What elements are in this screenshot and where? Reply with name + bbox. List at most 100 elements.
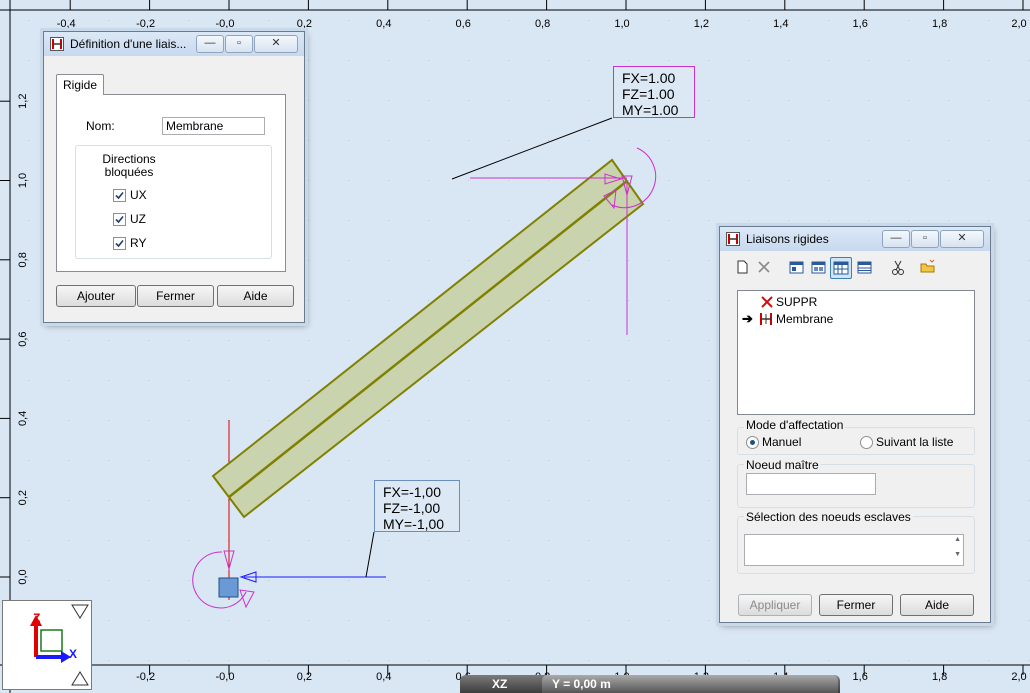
x-tick-label: 0,8	[535, 18, 550, 30]
close-dialog-button[interactable]: Fermer	[137, 285, 214, 307]
checkbox-uz[interactable]	[113, 213, 126, 226]
x-tick-label: 2,0	[1011, 18, 1026, 30]
close-button[interactable]: ✕	[940, 230, 984, 248]
y-tick-label: 1,0	[17, 173, 29, 188]
list-item-label: SUPPR	[776, 295, 818, 309]
load-my: MY=-1,00	[383, 516, 445, 532]
x-tick-label: -0,4	[57, 18, 76, 30]
toolbar	[726, 254, 982, 280]
load-fx: FX=-1,00	[383, 484, 441, 500]
minimize-icon: —	[204, 37, 216, 49]
x-tick-label: 0,4	[376, 18, 391, 30]
x-tick-label: 0,2	[297, 671, 312, 683]
checkbox-ry[interactable]	[113, 237, 126, 250]
z-axis-label: Z	[33, 611, 41, 625]
checkbox-label[interactable]: UX	[130, 188, 147, 202]
help-label: Aide	[243, 289, 268, 303]
name-input[interactable]	[162, 117, 265, 135]
radio-manual-label[interactable]: Manuel	[762, 435, 801, 449]
add-label: Ajouter	[76, 289, 116, 303]
close-icon: ✕	[957, 232, 967, 244]
name-label: Nom:	[86, 119, 115, 133]
group-label: Directions bloquées	[102, 152, 156, 179]
slave-nodes-label: Sélection des noeuds esclaves	[744, 510, 913, 524]
scroll-down-icon[interactable]: ▼	[954, 551, 961, 558]
x-axis-label: X	[69, 647, 78, 661]
rigid-links-dialog: Liaisons rigides — ▫ ✕ SUPPR ➔ Membrane Mo…	[719, 226, 991, 623]
x-tick-label: 1,6	[853, 18, 868, 30]
minimize-button[interactable]: —	[882, 230, 910, 248]
title-bar[interactable]: Définition d'une liais... — ▫ ✕	[44, 32, 304, 56]
checkbox-ux[interactable]	[113, 189, 126, 202]
x-tick-label: 2,0	[1011, 671, 1026, 683]
checkmark-icon	[115, 191, 124, 200]
open-folder-icon[interactable]	[918, 257, 938, 277]
tab-label: Rigide	[62, 78, 98, 92]
view-grid-icon[interactable]	[854, 257, 874, 277]
help-label: Aide	[924, 598, 950, 612]
close-button[interactable]: ✕	[254, 35, 298, 53]
status-bar: XZ Y = 0,00 m	[460, 675, 840, 693]
y-tick-label: 1,2	[17, 94, 29, 109]
checkmark-icon	[115, 215, 124, 224]
maximize-button[interactable]: ▫	[911, 230, 939, 248]
minimize-button[interactable]: —	[196, 35, 224, 53]
title-bar[interactable]: Liaisons rigides — ▫ ✕	[720, 227, 990, 251]
new-icon[interactable]	[732, 257, 752, 277]
coordinate-readout: Y = 0,00 m	[552, 677, 611, 691]
cut-icon[interactable]	[888, 257, 908, 277]
load-fz: FZ=-1,00	[383, 500, 441, 516]
add-button[interactable]: Ajouter	[56, 285, 136, 307]
checkmark-icon	[115, 239, 124, 248]
maximize-icon: ▫	[237, 37, 241, 49]
x-tick-label: 1,6	[853, 671, 868, 683]
y-tick-label: 0,4	[17, 411, 29, 426]
radio-following-list-label[interactable]: Suivant la liste	[876, 435, 953, 449]
rigid-link-definition-dialog: Définition d'une liais... — ▫ ✕ Rigide N…	[43, 31, 305, 323]
tab-panel: Nom: Directions bloquées UX UZ RY	[56, 94, 286, 272]
master-node-input[interactable]	[746, 473, 876, 495]
help-button[interactable]: Aide	[900, 594, 974, 616]
x-tick-label: 1,8	[932, 671, 947, 683]
y-tick-label: 0,2	[17, 490, 29, 505]
close-icon: ✕	[271, 37, 281, 49]
view-table-button[interactable]	[830, 257, 852, 279]
tab-rigide[interactable]: Rigide	[56, 74, 104, 95]
x-tick-label: 1,0	[614, 18, 629, 30]
load-label-top: FX=1.00 FZ=1.00 MY=1.00	[613, 66, 695, 118]
radio-manual[interactable]	[746, 436, 759, 449]
y-tick-label: 0,0	[17, 569, 29, 584]
radio-following-list[interactable]	[860, 436, 873, 449]
delete-icon[interactable]	[754, 257, 774, 277]
axis-gizmo[interactable]: Z X	[2, 600, 92, 690]
apply-button[interactable]: Appliquer	[738, 594, 812, 616]
close-dialog-button[interactable]: Fermer	[819, 594, 893, 616]
x-tick-label: 0,6	[456, 18, 471, 30]
close-label: Fermer	[836, 598, 876, 612]
dialog-title: Définition d'une liais...	[70, 37, 187, 51]
dialog-title: Liaisons rigides	[746, 232, 829, 246]
view-plane[interactable]: XZ	[492, 677, 507, 691]
view-list-icon[interactable]	[786, 257, 806, 277]
slave-nodes-input[interactable]: ▲ ▼	[744, 534, 964, 566]
scroll-up-icon[interactable]: ▲	[954, 536, 961, 543]
x-tick-label: 0,4	[376, 671, 391, 683]
maximize-icon: ▫	[923, 232, 927, 244]
checkbox-label[interactable]: UZ	[130, 212, 146, 226]
mode-label: Mode d'affectation	[744, 418, 846, 432]
minimize-icon: —	[890, 232, 902, 244]
view-details-icon[interactable]	[808, 257, 828, 277]
checkbox-label[interactable]: RY	[130, 236, 146, 250]
axis-gizmo-icon	[30, 604, 89, 686]
links-list[interactable]: SUPPR ➔ Membrane	[737, 290, 975, 415]
support-node[interactable]	[218, 577, 239, 598]
rigid-link-icon	[760, 313, 772, 325]
maximize-button[interactable]: ▫	[225, 35, 253, 53]
delete-cross-icon	[761, 296, 773, 308]
help-button[interactable]: Aide	[217, 285, 294, 307]
current-arrow-icon: ➔	[742, 311, 753, 326]
load-fx: FX=1.00	[622, 70, 676, 86]
load-fz: FZ=1.00	[622, 86, 675, 102]
y-tick-label: 0,6	[17, 331, 29, 346]
x-tick-label: 1,8	[932, 18, 947, 30]
